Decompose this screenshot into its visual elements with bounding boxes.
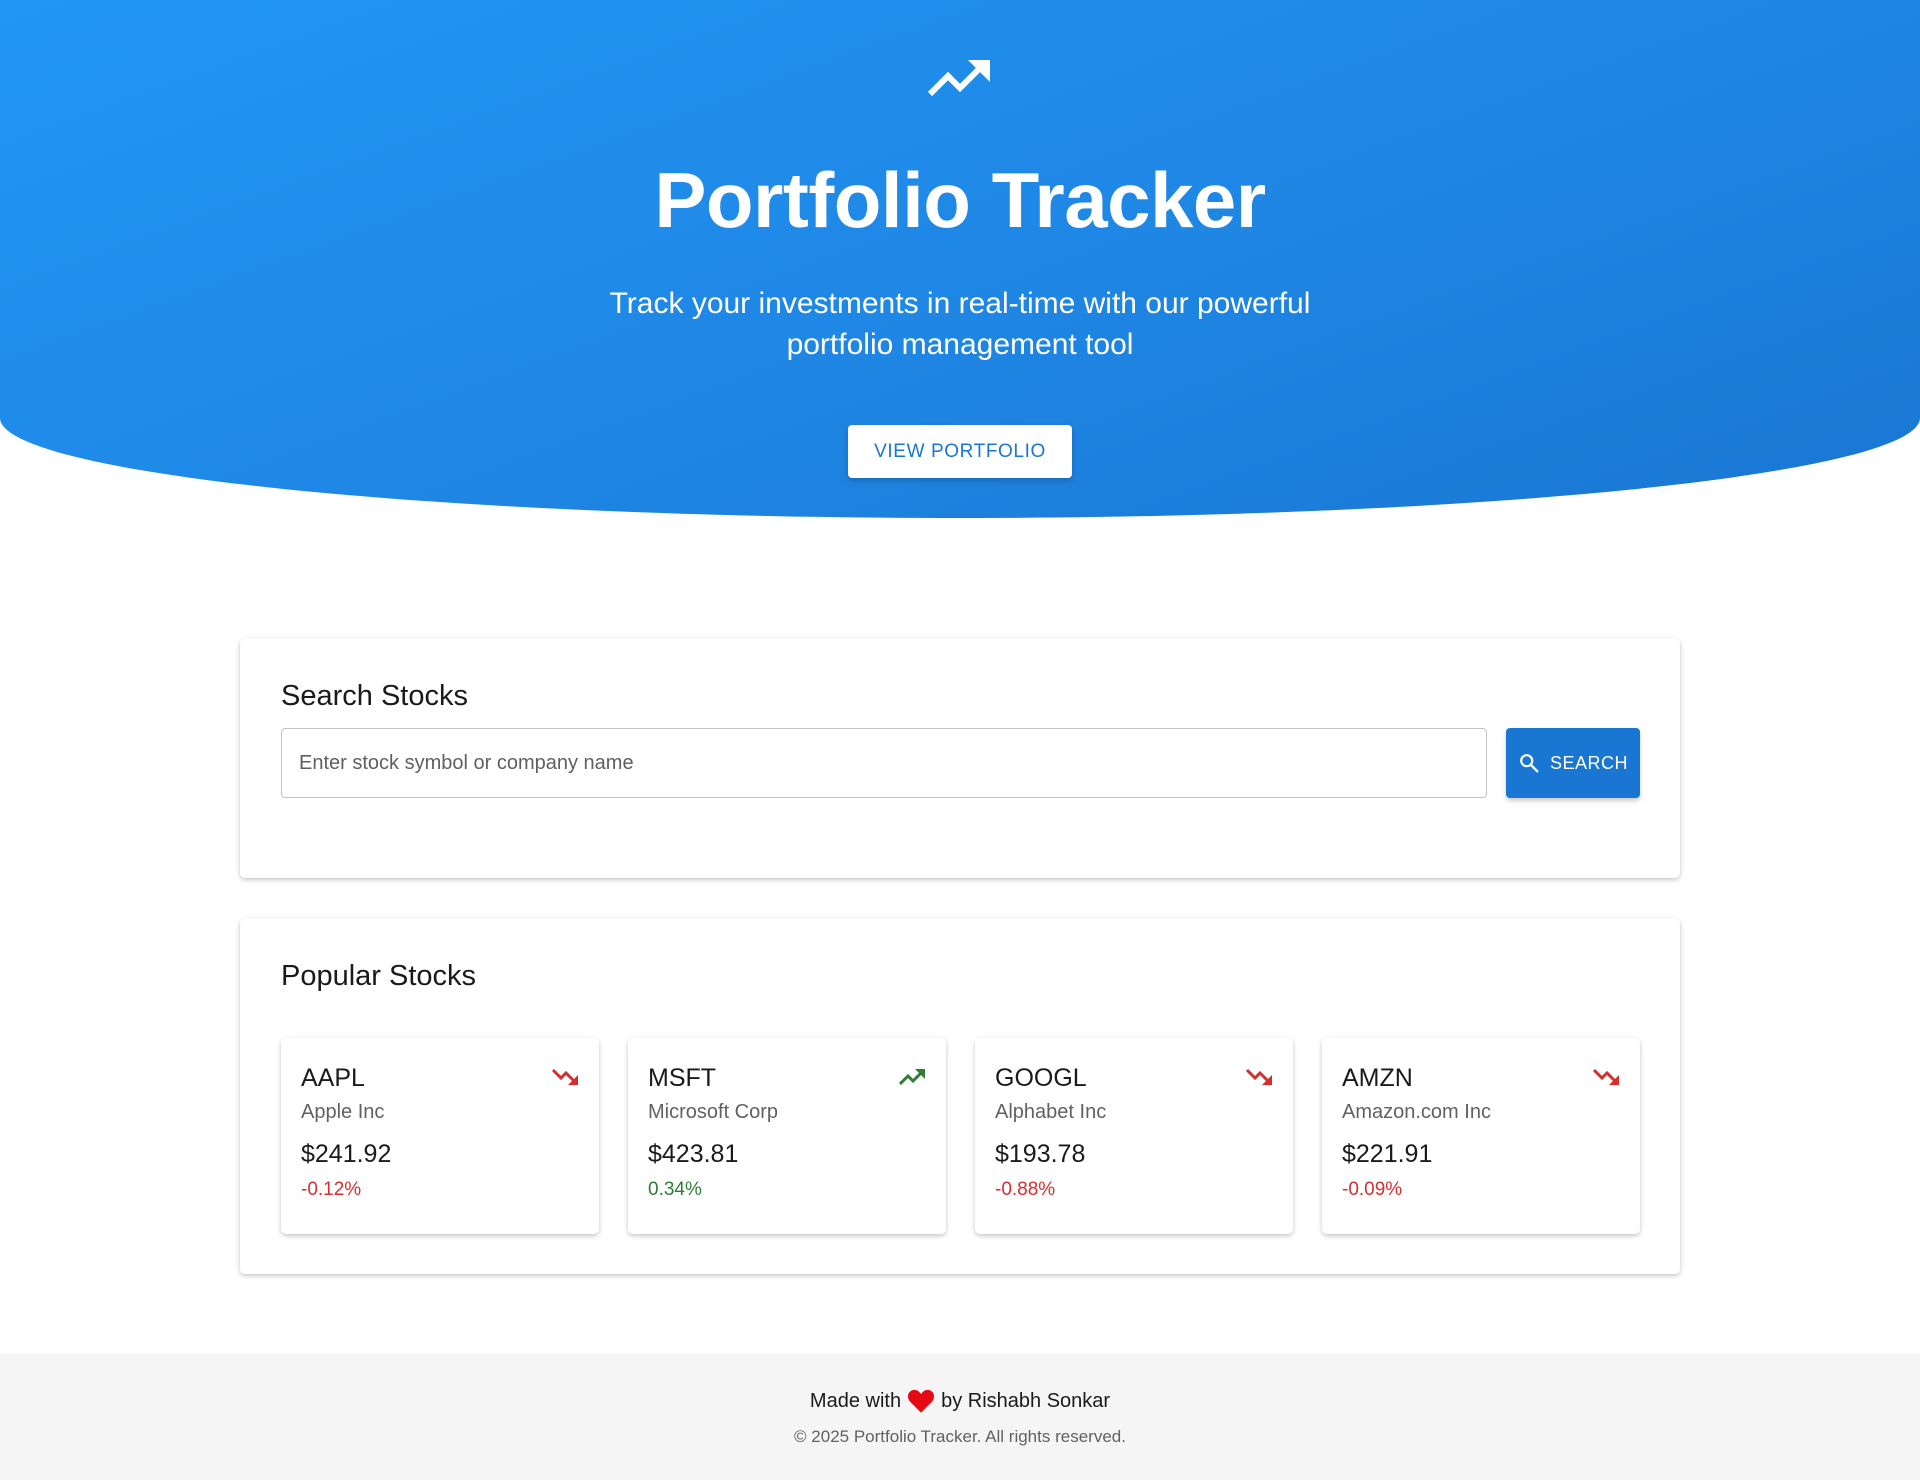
popular-stocks-card: Popular Stocks AAPL Apple Inc $241.92 -0… xyxy=(240,918,1680,1274)
hero-banner: Portfolio Tracker Track your investments… xyxy=(0,0,1920,518)
stock-change-percent: -0.12% xyxy=(301,1179,362,1200)
view-portfolio-button[interactable]: VIEW PORTFOLIO xyxy=(848,425,1072,478)
footer-made-with: Made with xyxy=(809,1389,902,1412)
footer-author: by Rishabh Sonkar xyxy=(941,1389,1111,1412)
stock-card-googl[interactable]: GOOGL Alphabet Inc $193.78 -0.88% xyxy=(975,1038,1293,1234)
search-button[interactable]: SEARCH xyxy=(1506,728,1640,798)
footer-credit: Made with by Rishabh Sonkar xyxy=(0,1388,1920,1414)
popular-stocks-title: Popular Stocks xyxy=(281,960,477,992)
stock-company-name: Alphabet Inc xyxy=(995,1101,1107,1123)
stock-price: $221.91 xyxy=(1342,1140,1433,1168)
page-title: Portfolio Tracker xyxy=(654,156,1266,244)
footer-copyright: © 2025 Portfolio Tracker. All rights res… xyxy=(794,1427,1126,1446)
stock-change-percent: -0.09% xyxy=(1342,1179,1403,1200)
heart-icon xyxy=(908,1389,935,1413)
stock-card-amzn[interactable]: AMZN Amazon.com Inc $221.91 -0.09% xyxy=(1322,1038,1640,1234)
stock-price: $241.92 xyxy=(301,1140,392,1168)
stock-symbol: AAPL xyxy=(301,1064,365,1092)
hero-subtitle: Track your investments in real-time with… xyxy=(609,287,1311,361)
stock-price: $193.78 xyxy=(995,1140,1086,1168)
stock-change-percent: 0.34% xyxy=(648,1179,702,1200)
search-button-label: SEARCH xyxy=(1549,752,1628,773)
stock-symbol: GOOGL xyxy=(995,1064,1087,1092)
search-stocks-title: Search Stocks xyxy=(281,680,468,712)
stock-symbol: MSFT xyxy=(648,1064,717,1092)
search-stocks-card: Search Stocks SEARCH xyxy=(240,638,1680,878)
trending-up-icon xyxy=(928,60,990,97)
stock-symbol: AMZN xyxy=(1342,1064,1413,1092)
trending-down-icon xyxy=(551,1068,578,1085)
stock-price: $423.81 xyxy=(648,1140,739,1168)
stock-card-msft[interactable]: MSFT Microsoft Corp $423.81 0.34% xyxy=(628,1038,946,1234)
stock-change-percent: -0.88% xyxy=(995,1179,1056,1200)
stock-company-name: Microsoft Corp xyxy=(648,1101,779,1123)
stock-card-aapl[interactable]: AAPL Apple Inc $241.92 -0.12% xyxy=(281,1038,599,1234)
search-input[interactable] xyxy=(281,728,1487,798)
trending-up-icon xyxy=(898,1069,925,1086)
trending-down-icon xyxy=(1592,1068,1619,1085)
stock-company-name: Amazon.com Inc xyxy=(1342,1101,1491,1123)
stock-company-name: Apple Inc xyxy=(301,1101,385,1123)
trending-down-icon xyxy=(1245,1068,1272,1085)
footer: Made with by Rishabh Sonkar © 2025 Portf… xyxy=(0,1354,1920,1480)
search-icon xyxy=(1520,754,1539,773)
